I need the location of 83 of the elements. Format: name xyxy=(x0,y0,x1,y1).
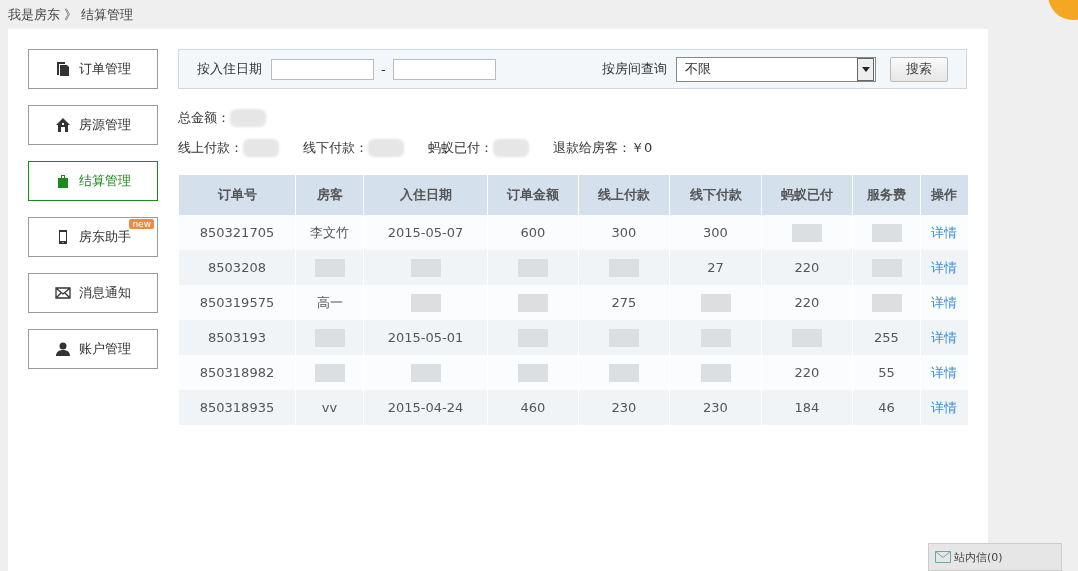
table-cell: 850319575 xyxy=(199,295,275,310)
date-filter-label: 按入住日期 xyxy=(197,60,262,78)
column-header: 服务费 xyxy=(852,175,921,215)
table-cell: 8503193 xyxy=(208,330,266,345)
table-cell: 255 xyxy=(874,330,899,345)
redacted-value xyxy=(368,139,404,157)
redacted-value xyxy=(493,139,529,157)
table-cell: 460 xyxy=(520,400,546,415)
table-cell: 230 xyxy=(703,400,728,415)
house-icon xyxy=(55,117,71,133)
table-cell: 184 xyxy=(794,400,820,415)
sidebar-item[interactable]: 房源管理 xyxy=(28,105,158,145)
table-cell: 李文竹 xyxy=(310,224,349,240)
summary-label: 线上付款： xyxy=(178,139,243,157)
table-cell: 46 xyxy=(878,400,895,415)
redacted-cell xyxy=(792,223,822,242)
redacted-cell xyxy=(410,293,441,312)
redacted-cell xyxy=(700,363,731,382)
table-cell: 27 xyxy=(707,260,724,275)
table-cell: 275 xyxy=(611,295,637,310)
redacted-cell xyxy=(700,293,731,312)
redacted-value xyxy=(230,109,266,127)
redacted-value xyxy=(243,139,279,157)
column-header: 蚂蚁已付 xyxy=(761,175,853,215)
mail-icon xyxy=(55,285,71,301)
redacted-cell xyxy=(410,363,441,382)
summary-label: 总金额： xyxy=(178,109,230,127)
column-header: 订单金额 xyxy=(487,175,579,215)
end-date-field[interactable] xyxy=(392,58,496,80)
column-header: 订单号 xyxy=(178,175,296,215)
dropdown-arrow-icon xyxy=(861,66,870,72)
table-cell: 8503208 xyxy=(208,260,266,275)
breadcrumb-separator: 》 xyxy=(64,5,77,24)
column-header: 入住日期 xyxy=(363,175,488,215)
breadcrumb-current: 结算管理 xyxy=(81,5,133,24)
table-cell: 300 xyxy=(611,225,637,240)
table-cell: 220 xyxy=(794,365,820,380)
date-separator: - xyxy=(381,61,386,77)
redacted-cell xyxy=(609,363,639,382)
start-date-field[interactable] xyxy=(271,58,374,80)
sidebar-item[interactable]: 订单管理 xyxy=(28,49,158,89)
bag-icon xyxy=(55,173,71,189)
table-cell: 850318935 xyxy=(199,400,275,415)
column-header: 线下付款 xyxy=(669,175,762,215)
table-cell: 300 xyxy=(703,225,728,240)
table-cell: 2015-05-07 xyxy=(387,225,464,240)
mail-icon xyxy=(935,551,951,563)
inbox-label: 站内信(0) xyxy=(954,549,1003,565)
summary-label: 退款给房客： xyxy=(553,139,631,157)
column-header: 房客 xyxy=(295,175,364,215)
table-cell: 高一 xyxy=(316,294,343,310)
table-cell: 2015-04-24 xyxy=(387,400,464,415)
summary-label: 蚂蚁已付： xyxy=(428,139,493,157)
table-cell: 850318982 xyxy=(199,365,275,380)
column-header: 线上付款 xyxy=(578,175,670,215)
room-select[interactable]: 不限 xyxy=(676,56,876,82)
table-cell: 2015-05-01 xyxy=(387,330,464,345)
redacted-cell xyxy=(871,293,902,312)
redacted-cell xyxy=(314,363,345,382)
table-cell: 55 xyxy=(878,365,895,380)
sidebar-item[interactable]: 账户管理 xyxy=(28,329,158,369)
redacted-cell xyxy=(518,293,548,312)
table-cell: 220 xyxy=(794,260,820,275)
new-badge: new xyxy=(129,219,154,229)
search-button[interactable]: 搜索 xyxy=(890,56,948,82)
redacted-cell xyxy=(871,223,902,242)
inbox-tab[interactable]: 站内信(0) xyxy=(928,543,1062,571)
table-cell: 600 xyxy=(520,225,546,240)
redacted-cell xyxy=(518,363,548,382)
sidebar-item[interactable]: 结算管理 xyxy=(28,161,158,201)
summary-label: 线下付款： xyxy=(303,139,368,157)
table-cell: 230 xyxy=(611,400,637,415)
sidebar-item[interactable]: 房东助手 new xyxy=(28,217,158,257)
documents-icon xyxy=(55,61,71,77)
room-filter-label: 按房间查询 xyxy=(602,60,667,78)
user-icon xyxy=(55,341,71,357)
table-cell: 850321705 xyxy=(199,225,275,240)
summary-value: ￥0 xyxy=(631,139,653,157)
table-cell: 220 xyxy=(794,295,820,310)
breadcrumb-link[interactable]: 我是房东 xyxy=(8,5,60,24)
column-header: 操作 xyxy=(920,175,968,215)
table-cell: vv xyxy=(321,400,338,415)
sidebar-item[interactable]: 消息通知 xyxy=(28,273,158,313)
